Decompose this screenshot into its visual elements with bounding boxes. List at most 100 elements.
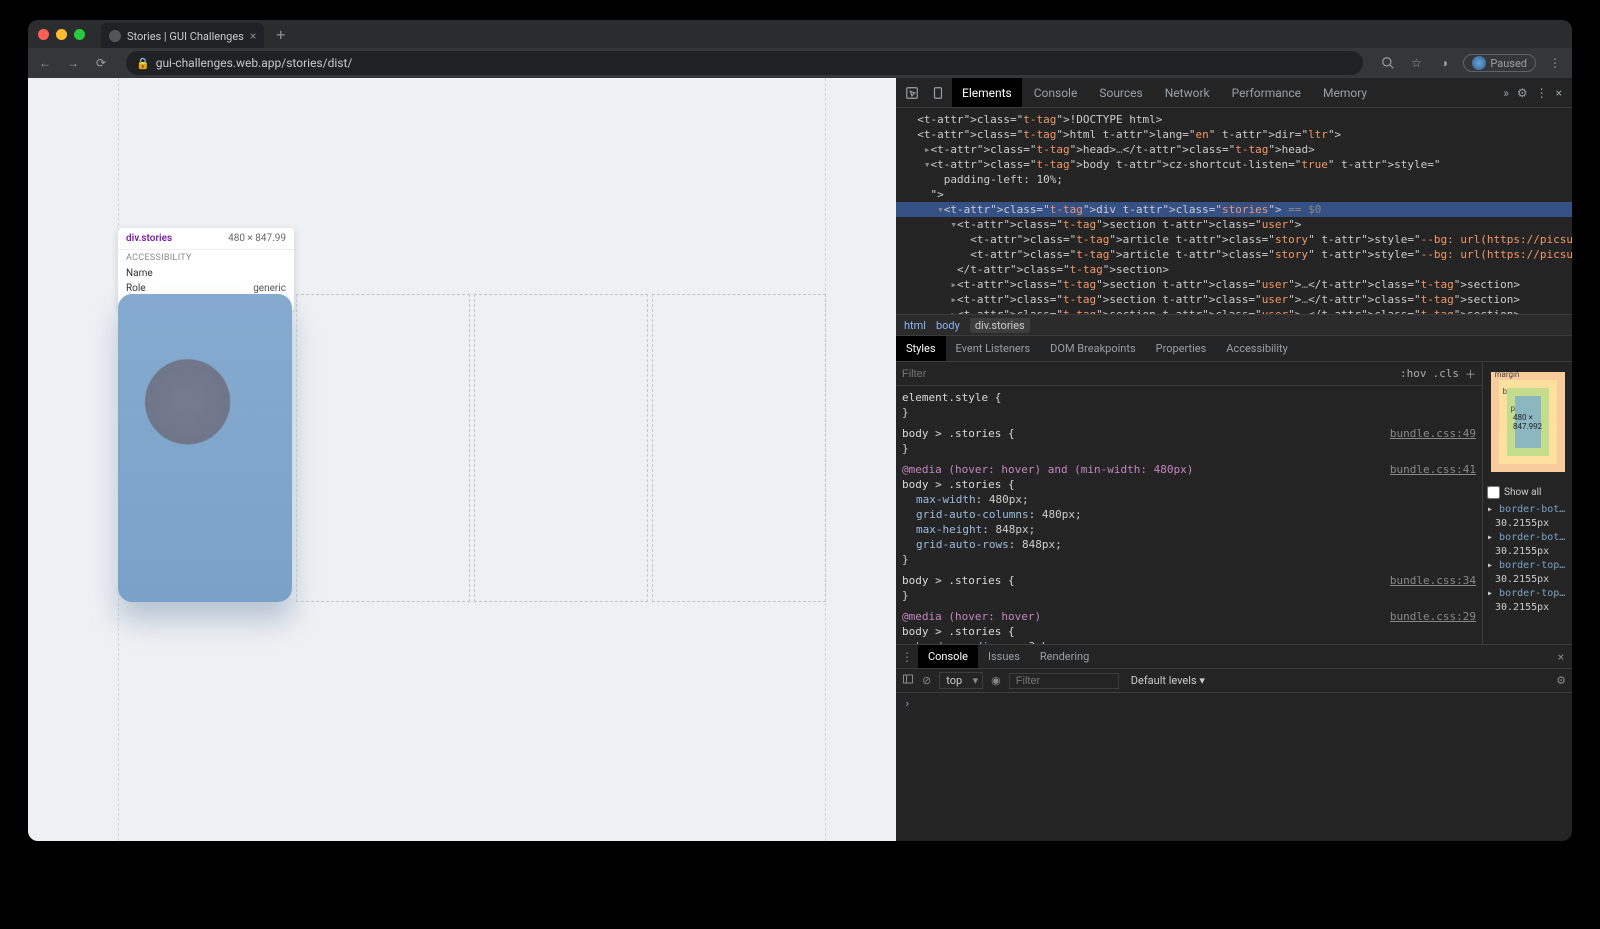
dom-line[interactable]: ▸<t-attr">class="t-tag">section t-attr">… [896, 277, 1572, 292]
show-all-toggle[interactable]: Show all [1483, 482, 1572, 503]
settings-icon[interactable]: ⚙ [1517, 86, 1528, 100]
show-all-checkbox[interactable] [1487, 486, 1500, 499]
bm-margin-label: margin [1495, 370, 1520, 379]
address-bar[interactable]: 🔒 gui-challenges.web.app/stories/dist/ [126, 51, 1363, 75]
computed-prop[interactable]: ▸ border-bot…30.2155px [1487, 531, 1568, 559]
tooltip-section: ACCESSIBILITY [118, 249, 294, 266]
devtools-tab-sources[interactable]: Sources [1089, 78, 1152, 107]
favicon-icon [109, 30, 121, 42]
close-icon[interactable] [38, 29, 49, 40]
css-rule[interactable]: @media (hover: hover)body > .stories {bu… [902, 609, 1476, 644]
console-filter-input[interactable] [1009, 673, 1119, 689]
css-rule[interactable]: body > .stories {bundle.css:49} [902, 426, 1476, 456]
sub-tab-properties[interactable]: Properties [1146, 336, 1217, 361]
console-settings-icon[interactable]: ⚙ [1556, 674, 1566, 687]
console-body[interactable]: › [896, 693, 1572, 841]
computed-panel: margin border padding 480 × 847.992 Show… [1482, 362, 1572, 644]
dom-line[interactable]: ▸<t-attr">class="t-tag">head>…</t-attr">… [896, 142, 1572, 157]
new-tab-button[interactable]: + [276, 25, 285, 44]
dom-line[interactable]: <t-attr">class="t-tag">!DOCTYPE html> [896, 112, 1572, 127]
sub-tab-accessibility[interactable]: Accessibility [1216, 336, 1298, 361]
drawer-tab-issues[interactable]: Issues [978, 645, 1030, 668]
breadcrumb: html body div.stories [896, 314, 1572, 336]
profile-label: Paused [1490, 57, 1527, 70]
clear-console-icon[interactable]: ⊘ [922, 674, 931, 687]
console-drawer: ⋮ ConsoleIssuesRendering × ⊘ top ◉ Defaul… [896, 645, 1572, 841]
inspect-icon[interactable] [900, 86, 924, 100]
dom-line[interactable]: </t-attr">class="t-tag">section> [896, 262, 1572, 277]
back-button[interactable]: ← [36, 56, 54, 70]
tooltip-name-label: Name [126, 268, 153, 279]
css-rule[interactable]: @media (hover: hover) and (min-width: 48… [902, 462, 1476, 567]
profile-button[interactable]: Paused [1463, 54, 1536, 72]
computed-prop[interactable]: ▸ border-top…30.2155px [1487, 559, 1568, 587]
story-slot [474, 294, 648, 602]
more-icon[interactable]: ⋮ [1536, 86, 1548, 100]
hov-toggle[interactable]: :hov [1400, 367, 1427, 380]
forward-button[interactable]: → [64, 56, 82, 70]
crumb-current[interactable]: div.stories [970, 318, 1030, 333]
context-selector[interactable]: top [939, 672, 983, 689]
extension-icon[interactable]: ◑ [1435, 56, 1453, 70]
dom-line[interactable]: ▾<t-attr">class="t-tag">section t-attr">… [896, 217, 1572, 232]
computed-prop[interactable]: ▸ border-top…30.2155px [1487, 587, 1568, 615]
sidebar-toggle-icon[interactable] [902, 673, 914, 688]
sub-tab-styles[interactable]: Styles [896, 336, 946, 361]
story-card[interactable] [118, 294, 292, 602]
devtools-tab-memory[interactable]: Memory [1313, 78, 1377, 107]
log-levels[interactable]: Default levels ▾ [1131, 674, 1205, 687]
zoom-icon[interactable] [1379, 56, 1397, 70]
dom-line[interactable]: "> [896, 187, 1572, 202]
css-rule[interactable]: element.style {} [902, 390, 1476, 420]
sub-tab-dom-breakpoints[interactable]: DOM Breakpoints [1040, 336, 1145, 361]
dom-line[interactable]: ▸<t-attr">class="t-tag">section t-attr">… [896, 307, 1572, 314]
drawer-tab-rendering[interactable]: Rendering [1030, 645, 1099, 668]
bm-content: 480 × 847.992 [1515, 396, 1541, 448]
tooltip-selector: div.stories [126, 233, 172, 244]
menu-button[interactable]: ⋮ [1546, 56, 1564, 70]
dom-line[interactable]: <t-attr">class="t-tag">article t-attr">c… [896, 232, 1572, 247]
devtools-tab-network[interactable]: Network [1155, 78, 1220, 107]
content-area: div.stories 480 × 847.99 ACCESSIBILITY N… [28, 78, 1572, 841]
style-rules[interactable]: element.style {} body > .stories {bundle.… [896, 386, 1482, 644]
dom-line[interactable]: padding-left: 10%; [896, 172, 1572, 187]
devtools-tab-console[interactable]: Console [1024, 78, 1088, 107]
story-slot [296, 294, 470, 602]
tab-title: Stories | GUI Challenges [127, 30, 244, 43]
cls-toggle[interactable]: .cls [1433, 367, 1460, 380]
computed-list[interactable]: ▸ border-bot…30.2155px▸ border-bot…30.21… [1483, 503, 1572, 644]
devtools-tab-performance[interactable]: Performance [1222, 78, 1311, 107]
reload-button[interactable]: ⟳ [92, 56, 110, 70]
maximize-icon[interactable] [74, 29, 85, 40]
drawer-close-icon[interactable]: × [1550, 650, 1572, 664]
styles-filter-input[interactable] [902, 368, 1394, 380]
avatar-icon [1472, 56, 1486, 70]
device-icon[interactable] [926, 86, 950, 100]
drawer-more-icon[interactable]: ⋮ [896, 650, 918, 664]
live-expression-icon[interactable]: ◉ [991, 674, 1001, 687]
titlebar: Stories | GUI Challenges × + [28, 20, 1572, 48]
dom-tree[interactable]: <t-attr">class="t-tag">!DOCTYPE html> <t… [896, 108, 1572, 314]
add-rule-button[interactable]: ＋ [1465, 366, 1476, 382]
crumb-html[interactable]: html [904, 319, 926, 332]
dom-line[interactable]: <t-attr">class="t-tag">html t-attr">lang… [896, 127, 1572, 142]
sub-tab-event-listeners[interactable]: Event Listeners [946, 336, 1041, 361]
tooltip-dimensions: 480 × 847.99 [228, 233, 286, 244]
dom-line[interactable]: <t-attr">class="t-tag">article t-attr">c… [896, 247, 1572, 262]
browser-window: Stories | GUI Challenges × + ← → ⟳ 🔒 gui… [28, 20, 1572, 841]
bookmark-icon[interactable]: ☆ [1407, 56, 1425, 70]
devtools-tab-elements[interactable]: Elements [952, 78, 1022, 107]
dom-line[interactable]: ▸<t-attr">class="t-tag">section t-attr">… [896, 292, 1572, 307]
minimize-icon[interactable] [56, 29, 67, 40]
story-slot [652, 294, 826, 602]
dom-line[interactable]: ▾<t-attr">class="t-tag">body t-attr">cz-… [896, 157, 1572, 172]
dom-line[interactable]: ▾<t-attr">class="t-tag">div t-attr">clas… [896, 202, 1572, 217]
css-rule[interactable]: body > .stories {bundle.css:34} [902, 573, 1476, 603]
tab-close-icon[interactable]: × [250, 29, 256, 43]
computed-prop[interactable]: ▸ border-bot…30.2155px [1487, 503, 1568, 531]
tabs-overflow[interactable]: » [1503, 86, 1509, 100]
devtools-close-icon[interactable]: × [1556, 86, 1562, 100]
browser-tab[interactable]: Stories | GUI Challenges × [101, 23, 264, 49]
crumb-body[interactable]: body [936, 319, 960, 332]
drawer-tab-console[interactable]: Console [918, 645, 978, 668]
